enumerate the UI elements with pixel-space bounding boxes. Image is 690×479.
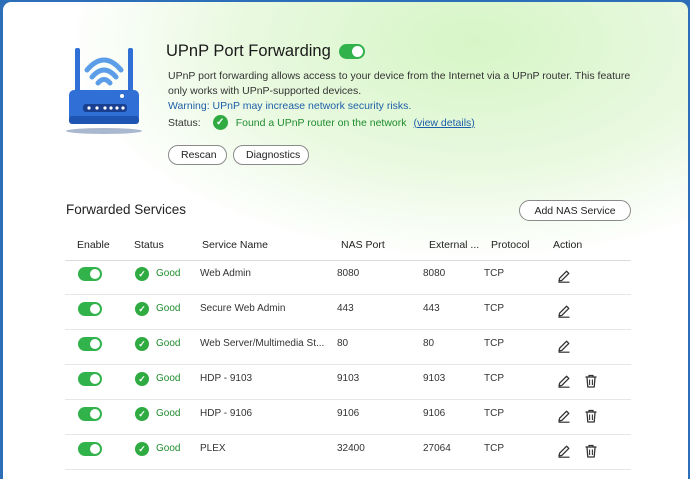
row-status: Good xyxy=(156,338,181,349)
table-row: ✓ Good Web Admin 8080 8080 TCP xyxy=(65,260,631,295)
check-circle-icon: ✓ xyxy=(135,372,149,386)
status-text: Found a UPnP router on the network xyxy=(235,116,407,129)
check-circle-icon: ✓ xyxy=(212,115,228,130)
row-external-port: 8080 xyxy=(423,268,446,279)
title-row: UPnP Port Forwarding xyxy=(166,42,365,61)
edit-icon[interactable] xyxy=(556,268,572,284)
row-external-port: 9106 xyxy=(423,408,446,419)
row-protocol: TCP xyxy=(484,338,504,349)
header-protocol: Protocol xyxy=(491,239,530,251)
table-row: ✓ Good PLEX 32400 27064 TCP xyxy=(65,435,631,470)
header-enable: Enable xyxy=(77,239,110,251)
check-circle-icon: ✓ xyxy=(135,407,149,421)
services-table: ✓ Good Web Admin 8080 8080 TCP ✓ Good Se… xyxy=(65,260,631,470)
view-details-link[interactable]: (view details) xyxy=(414,117,475,129)
section-title: Forwarded Services xyxy=(66,202,187,217)
row-protocol: TCP xyxy=(484,268,504,279)
row-protocol: TCP xyxy=(484,373,504,384)
row-service-name: Web Server/Multimedia St... xyxy=(200,338,325,349)
row-enable-toggle[interactable] xyxy=(78,442,102,456)
row-service-name: Web Admin xyxy=(200,268,251,279)
row-external-port: 443 xyxy=(423,303,440,314)
row-nas-port: 80 xyxy=(337,338,349,349)
row-nas-port: 9103 xyxy=(337,373,360,384)
row-enable-toggle[interactable] xyxy=(78,337,102,351)
check-circle-icon: ✓ xyxy=(135,302,149,316)
warning-text: Warning: UPnP may increase network secur… xyxy=(168,100,412,112)
row-enable-toggle[interactable] xyxy=(78,267,102,281)
page-title: UPnP Port Forwarding xyxy=(166,42,331,60)
row-nas-port: 443 xyxy=(337,303,354,314)
table-row: ✓ Good HDP - 9106 9106 9106 TCP xyxy=(65,400,631,435)
status-label: Status: xyxy=(168,116,201,129)
row-status: Good xyxy=(156,443,181,454)
table-header: Enable Status Service Name NAS Port Exte… xyxy=(65,238,631,261)
check-circle-icon: ✓ xyxy=(135,337,149,351)
edit-icon[interactable] xyxy=(556,338,572,354)
rescan-button[interactable]: Rescan xyxy=(168,145,227,165)
row-service-name: Secure Web Admin xyxy=(200,303,286,314)
row-status: Good xyxy=(156,408,181,419)
trash-icon[interactable] xyxy=(583,443,599,459)
trash-icon[interactable] xyxy=(583,408,599,424)
header-status: Status xyxy=(134,239,164,251)
row-protocol: TCP xyxy=(484,443,504,454)
table-row: ✓ Good HDP - 9103 9103 9103 TCP xyxy=(65,365,631,400)
table-row: ✓ Good Web Server/Multimedia St... 80 80… xyxy=(65,330,631,365)
edit-icon[interactable] xyxy=(556,443,572,459)
router-icon xyxy=(66,48,142,134)
row-status: Good xyxy=(156,303,181,314)
trash-icon[interactable] xyxy=(583,373,599,389)
diagnostics-button[interactable]: Diagnostics xyxy=(233,145,309,165)
edit-icon[interactable] xyxy=(556,408,572,424)
row-service-name: HDP - 9103 xyxy=(200,373,253,384)
check-circle-icon: ✓ xyxy=(135,442,149,456)
row-status: Good xyxy=(156,268,181,279)
row-nas-port: 32400 xyxy=(337,443,365,454)
header-nas-port: NAS Port xyxy=(341,239,385,251)
row-enable-toggle[interactable] xyxy=(78,407,102,421)
row-protocol: TCP xyxy=(484,303,504,314)
header-service-name: Service Name xyxy=(202,239,268,251)
row-external-port: 9103 xyxy=(423,373,446,384)
row-enable-toggle[interactable] xyxy=(78,372,102,386)
row-external-port: 80 xyxy=(423,338,435,349)
row-enable-toggle[interactable] xyxy=(78,302,102,316)
description-text: UPnP port forwarding allows access to yo… xyxy=(168,70,631,97)
row-service-name: PLEX xyxy=(200,443,226,454)
row-status: Good xyxy=(156,373,181,384)
row-external-port: 27064 xyxy=(423,443,451,454)
row-protocol: TCP xyxy=(484,408,504,419)
header-action: Action xyxy=(553,239,583,251)
row-nas-port: 9106 xyxy=(337,408,360,419)
table-row: ✓ Good Secure Web Admin 443 443 TCP xyxy=(65,295,631,330)
check-circle-icon: ✓ xyxy=(135,267,149,281)
row-service-name: HDP - 9106 xyxy=(200,408,253,419)
header-external-port[interactable]: External ... xyxy=(429,239,479,251)
edit-icon[interactable] xyxy=(556,303,572,319)
status-row: Status: ✓ Found a UPnP router on the net… xyxy=(168,115,475,130)
row-nas-port: 8080 xyxy=(337,268,360,279)
upnp-enable-toggle[interactable] xyxy=(338,44,365,59)
upnp-window: UPnP Port Forwarding UPnP port forwardin… xyxy=(3,2,688,479)
add-nas-service-button[interactable]: Add NAS Service xyxy=(519,200,631,221)
edit-icon[interactable] xyxy=(556,373,572,389)
